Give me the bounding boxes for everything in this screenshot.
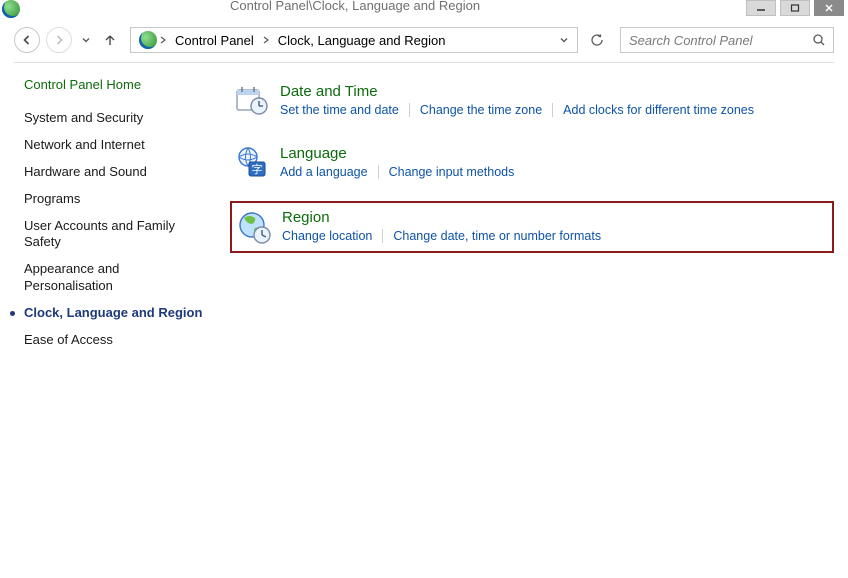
breadcrumb-clock-language-region[interactable]: Clock, Language and Region (272, 28, 452, 52)
link-set-time-date[interactable]: Set the time and date (280, 103, 399, 117)
sidebar-item-hardware-sound[interactable]: Hardware and Sound (24, 164, 210, 181)
link-change-input-methods[interactable]: Change input methods (389, 165, 515, 179)
search-icon[interactable] (811, 32, 827, 48)
control-panel-icon (139, 31, 157, 49)
category-title-region[interactable]: Region (282, 209, 828, 226)
up-button[interactable] (100, 28, 120, 52)
sidebar-item-user-accounts[interactable]: User Accounts and Family Safety (24, 218, 210, 252)
forward-button[interactable] (46, 27, 72, 53)
language-icon: 字 (234, 145, 270, 181)
sidebar-item-programs[interactable]: Programs (24, 191, 210, 208)
close-button[interactable] (814, 0, 844, 16)
sidebar-item-network-internet[interactable]: Network and Internet (24, 137, 210, 154)
recent-locations-dropdown[interactable] (78, 28, 94, 52)
back-button[interactable] (14, 27, 40, 53)
window-title: Control Panel\Clock, Language and Region (230, 0, 480, 13)
link-separator (378, 165, 379, 179)
link-add-clocks[interactable]: Add clocks for different time zones (563, 103, 754, 117)
sidebar-item-system-security[interactable]: System and Security (24, 110, 210, 127)
link-separator (409, 103, 410, 117)
breadcrumb-root-dropdown[interactable] (157, 28, 169, 52)
navigation-bar: Control Panel Clock, Language and Region (0, 22, 848, 58)
search-input[interactable] (627, 32, 811, 49)
minimize-button[interactable] (746, 0, 776, 16)
sidebar-item-clock-language-region[interactable]: Clock, Language and Region (24, 305, 210, 322)
region-icon (236, 209, 272, 245)
link-separator (382, 229, 383, 243)
main-content: Date and Time Set the time and date Chan… (210, 77, 834, 359)
link-change-formats[interactable]: Change date, time or number formats (393, 229, 601, 243)
category-language: 字 Language Add a language Change input m… (230, 139, 834, 187)
svg-text:字: 字 (252, 162, 263, 176)
refresh-button[interactable] (584, 27, 610, 53)
link-separator (552, 103, 553, 117)
link-change-time-zone[interactable]: Change the time zone (420, 103, 542, 117)
window-caption-buttons (746, 0, 844, 16)
sidebar: Control Panel Home System and Security N… (24, 77, 210, 359)
breadcrumb-control-panel[interactable]: Control Panel (169, 28, 260, 52)
breadcrumb-separator[interactable] (260, 28, 272, 52)
sidebar-home[interactable]: Control Panel Home (24, 77, 210, 92)
category-date-time: Date and Time Set the time and date Chan… (230, 77, 834, 125)
address-bar[interactable]: Control Panel Clock, Language and Region (130, 27, 578, 53)
link-change-location[interactable]: Change location (282, 229, 372, 243)
link-add-language[interactable]: Add a language (280, 165, 368, 179)
category-title-language[interactable]: Language (280, 145, 830, 162)
maximize-button[interactable] (780, 0, 810, 16)
date-time-icon (234, 83, 270, 119)
control-panel-icon (2, 0, 20, 18)
sidebar-item-ease-of-access[interactable]: Ease of Access (24, 332, 210, 349)
title-bar: Control Panel\Clock, Language and Region (0, 0, 848, 22)
category-title-date-time[interactable]: Date and Time (280, 83, 830, 100)
category-region: Region Change location Change date, time… (230, 201, 834, 253)
search-box[interactable] (620, 27, 834, 53)
address-history-dropdown[interactable] (555, 28, 573, 52)
sidebar-item-appearance[interactable]: Appearance and Personalisation (24, 261, 210, 295)
